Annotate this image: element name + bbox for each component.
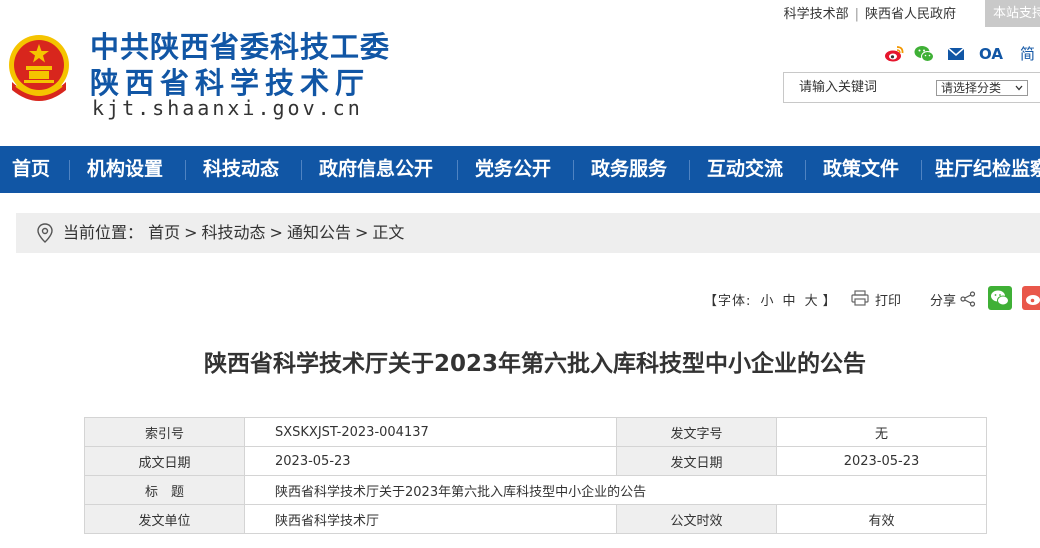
breadcrumb-trail: 当前位置： 首页 > 科技动态 > 通知公告 > 正文 bbox=[63, 213, 404, 253]
nav-separator bbox=[185, 160, 186, 180]
nav-item-interaction[interactable]: 互动交流 bbox=[707, 146, 783, 193]
validity-value: 有效 bbox=[776, 504, 987, 534]
font-size-control: 【字体: 小中大】 bbox=[704, 290, 837, 309]
nav-separator bbox=[573, 160, 574, 180]
nav-item-party-affairs[interactable]: 党务公开 bbox=[475, 146, 551, 193]
chevron-down-icon bbox=[1015, 85, 1023, 91]
nav-separator bbox=[457, 160, 458, 180]
nav-item-gov-info[interactable]: 政府信息公开 bbox=[319, 146, 433, 193]
category-select[interactable]: 请选择分类 bbox=[936, 80, 1028, 96]
top-link-separator: | bbox=[854, 7, 859, 22]
table-row: 成文日期 2023-05-23 发文日期 2023-05-23 bbox=[84, 446, 987, 476]
top-link-most[interactable]: 科学技术部 bbox=[784, 7, 849, 22]
table-row: 索引号 SXSKXJST-2023-004137 发文字号 无 bbox=[84, 417, 987, 447]
national-emblem-icon[interactable] bbox=[6, 32, 72, 102]
nav-item-news[interactable]: 科技动态 bbox=[203, 146, 279, 193]
top-link-provincial-gov[interactable]: 陕西省人民政府 bbox=[865, 7, 956, 22]
nav-item-discipline[interactable]: 驻厅纪检监察 bbox=[935, 146, 1040, 193]
share-weibo-button[interactable] bbox=[1022, 286, 1040, 310]
doc-number-label: 发文字号 bbox=[616, 417, 777, 447]
table-row: 标 题 陕西省科学技术厅关于2023年第六批入库科技型中小企业的公告 bbox=[84, 475, 987, 505]
issuer-label: 发文单位 bbox=[84, 504, 245, 534]
font-size-label-open: 【字体: bbox=[704, 294, 752, 309]
index-label: 索引号 bbox=[84, 417, 245, 447]
share-icon bbox=[960, 291, 976, 307]
nav-item-home[interactable]: 首页 bbox=[12, 146, 50, 193]
breadcrumb-separator: > bbox=[354, 223, 369, 242]
nav-item-gov-services[interactable]: 政务服务 bbox=[591, 146, 667, 193]
breadcrumb: 当前位置： 首页 > 科技动态 > 通知公告 > 正文 bbox=[16, 213, 1040, 253]
issued-date-label: 发文日期 bbox=[616, 446, 777, 476]
wechat-icon bbox=[991, 290, 1009, 306]
location-pin-icon bbox=[37, 223, 53, 243]
created-date-value: 2023-05-23 bbox=[244, 446, 617, 476]
breadcrumb-item-news[interactable]: 科技动态 bbox=[202, 223, 266, 242]
breadcrumb-item-notices[interactable]: 通知公告 bbox=[287, 223, 351, 242]
title-label: 标 题 bbox=[84, 475, 245, 505]
font-size-label-close: 】 bbox=[822, 294, 837, 309]
search-input[interactable] bbox=[785, 74, 939, 101]
title-value: 陕西省科学技术厅关于2023年第六批入库科技型中小企业的公告 bbox=[244, 475, 987, 505]
created-date-label: 成文日期 bbox=[84, 446, 245, 476]
table-row: 发文单位 陕西省科学技术厅 公文时效 有效 bbox=[84, 504, 987, 534]
breadcrumb-label: 当前位置： bbox=[63, 223, 144, 242]
accessibility-button[interactable]: 本站支持 bbox=[985, 0, 1040, 27]
article-title: 陕西省科学技术厅关于2023年第六批入库科技型中小企业的公告 bbox=[203, 351, 866, 377]
nav-separator bbox=[689, 160, 690, 180]
print-icon[interactable] bbox=[851, 290, 869, 306]
weibo-icon[interactable] bbox=[884, 44, 904, 64]
nav-separator bbox=[921, 160, 922, 180]
search-box: 请选择分类 bbox=[783, 72, 1040, 103]
issuer-value: 陕西省科学技术厅 bbox=[244, 504, 617, 534]
validity-label: 公文时效 bbox=[616, 504, 777, 534]
font-size-large[interactable]: 大 bbox=[805, 294, 819, 309]
issued-date-value: 2023-05-23 bbox=[776, 446, 987, 476]
mail-icon[interactable] bbox=[946, 44, 966, 64]
nav-item-policy[interactable]: 政策文件 bbox=[823, 146, 899, 193]
breadcrumb-separator: > bbox=[269, 223, 283, 242]
share-wechat-button[interactable] bbox=[988, 286, 1012, 310]
wechat-icon[interactable] bbox=[914, 44, 934, 64]
breadcrumb-separator: > bbox=[184, 223, 198, 242]
font-size-medium[interactable]: 中 bbox=[783, 294, 797, 309]
article-metadata-table: 索引号 SXSKXJST-2023-004137 发文字号 无 成文日期 202… bbox=[84, 417, 987, 534]
top-links: 科学技术部 | 陕西省人民政府 bbox=[784, 3, 956, 22]
share-label: 分享 bbox=[930, 294, 957, 309]
nav-item-organization[interactable]: 机构设置 bbox=[87, 146, 163, 193]
category-select-value: 请选择分类 bbox=[941, 81, 1002, 95]
nav-separator bbox=[805, 160, 806, 180]
site-domain: kjt.shaanxi.gov.cn bbox=[92, 96, 363, 120]
breadcrumb-item-current: 正文 bbox=[372, 223, 405, 242]
nav-separator bbox=[301, 160, 302, 180]
nav-separator bbox=[69, 160, 70, 180]
index-value: SXSKXJST-2023-004137 bbox=[244, 417, 617, 447]
print-button[interactable]: 打印 bbox=[875, 290, 901, 309]
breadcrumb-item-home[interactable]: 首页 bbox=[148, 223, 180, 242]
simplified-chinese-toggle[interactable]: 简 bbox=[1020, 44, 1040, 64]
doc-number-value: 无 bbox=[776, 417, 987, 447]
oa-link[interactable]: OA bbox=[979, 44, 1003, 64]
font-size-small[interactable]: 小 bbox=[761, 294, 775, 309]
weibo-icon bbox=[1026, 295, 1040, 305]
main-nav: 首页 机构设置 科技动态 政府信息公开 党务公开 政务服务 互动交流 政策文件 … bbox=[0, 146, 1040, 193]
